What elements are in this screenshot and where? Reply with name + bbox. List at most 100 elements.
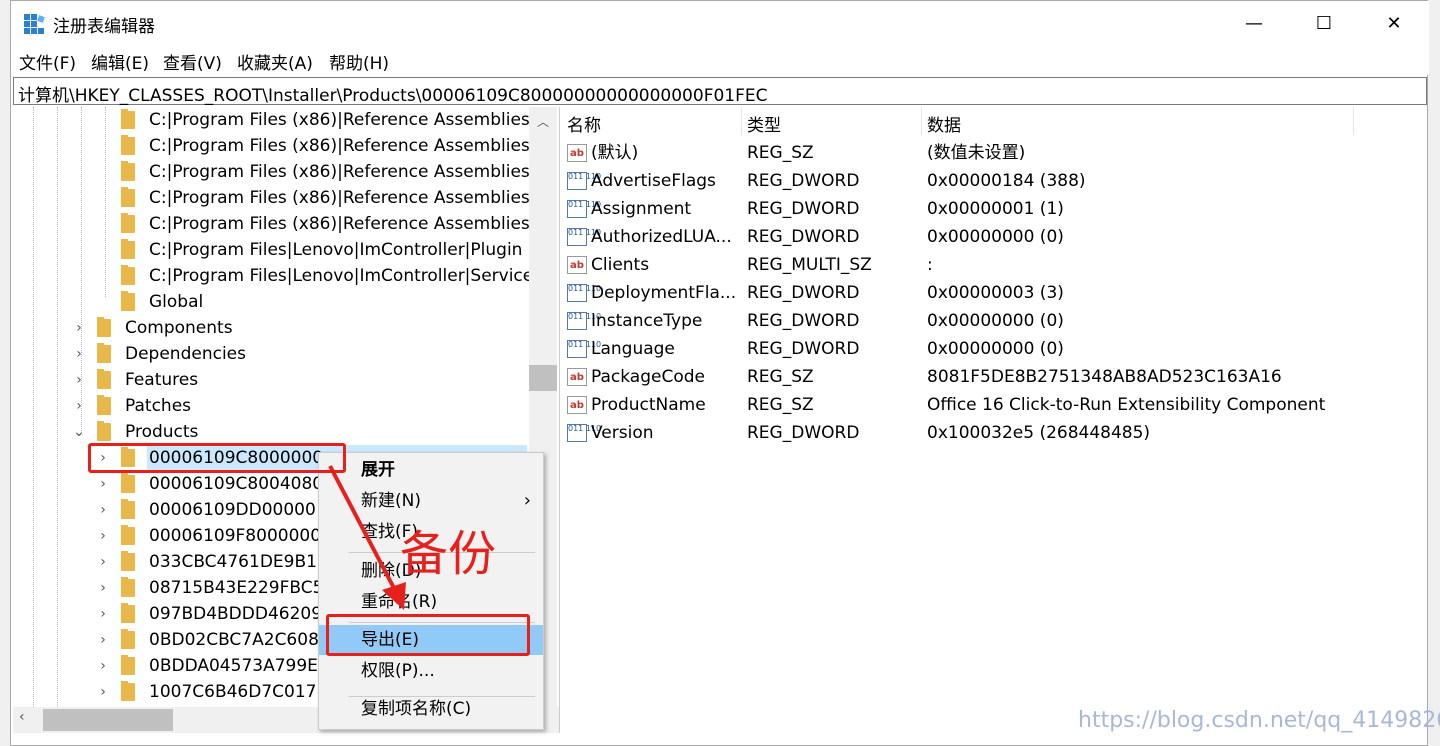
folder-icon: [121, 603, 135, 623]
tree-item[interactable]: › Features: [13, 367, 529, 393]
value-row[interactable]: 011 110 Language REG_DWORD 0x00000000 (0): [561, 335, 1427, 363]
expand-chevron-icon[interactable]: ›: [97, 601, 109, 627]
binary-value-icon: 011 110: [567, 312, 601, 330]
tree-item[interactable]: C:|Program Files|Lenovo|ImController|Plu…: [13, 237, 529, 263]
tree-item[interactable]: C:|Program Files (x86)|Reference Assembl…: [13, 211, 530, 237]
close-button[interactable]: ✕: [1359, 1, 1429, 45]
value-name: (默认): [591, 143, 639, 163]
string-value-icon: ab: [567, 144, 587, 162]
expand-chevron-icon[interactable]: ›: [73, 393, 85, 419]
binary-value-icon: 011 110: [567, 228, 601, 246]
binary-value-icon: 011 110: [567, 340, 601, 358]
collapse-chevron-icon[interactable]: ⌄: [73, 419, 85, 445]
expand-chevron-icon[interactable]: ›: [97, 497, 109, 523]
expand-chevron-icon[interactable]: ›: [97, 471, 109, 497]
scroll-left-icon[interactable]: ‹: [19, 709, 25, 725]
value-type: REG_DWORD: [747, 171, 860, 191]
tree-item[interactable]: ⌄ Products: [13, 419, 529, 445]
registry-editor-window: 注册表编辑器 — ☐ ✕ 文件(F) 编辑(E) 查看(V) 收藏夹(A) 帮助…: [10, 0, 1429, 746]
scroll-up-icon[interactable]: ︿: [537, 113, 549, 130]
hscroll-thumb[interactable]: [43, 709, 173, 731]
minimize-button[interactable]: —: [1219, 1, 1289, 45]
column-divider: [741, 107, 742, 135]
folder-icon: [121, 551, 135, 571]
value-type: REG_DWORD: [747, 423, 860, 443]
tree-item[interactable]: C:|Program Files (x86)|Reference Assembl…: [13, 159, 530, 185]
value-row[interactable]: 011 110 AdvertiseFlags REG_DWORD 0x00000184…: [561, 167, 1427, 195]
value-type: REG_SZ: [747, 143, 814, 163]
expand-chevron-icon[interactable]: ›: [97, 627, 109, 653]
tree-item[interactable]: › Patches: [13, 393, 529, 419]
address-bar[interactable]: 计算机\HKEY_CLASSES_ROOT\Installer\Products…: [13, 77, 1427, 106]
value-row[interactable]: 011 110 Version REG_DWORD 0x100032e5 (26844…: [561, 419, 1427, 447]
expand-chevron-icon[interactable]: ›: [97, 653, 109, 679]
values-list: 名称 类型 数据 ab (默认) REG_SZ (数值未设置) 011 110 Adver…: [561, 107, 1427, 733]
tree-item[interactable]: C:|Program Files (x86)|Reference Assembl…: [13, 107, 530, 133]
menu-edit[interactable]: 编辑(E): [91, 49, 149, 74]
value-row[interactable]: ab (默认) REG_SZ (数值未设置): [561, 139, 1427, 167]
menu-file[interactable]: 文件(F): [19, 49, 76, 74]
value-row[interactable]: ab ProductName REG_SZ Office 16 Click-to-Ru…: [561, 391, 1427, 419]
maximize-button[interactable]: ☐: [1289, 1, 1359, 45]
context-menu-item[interactable]: 复制项名称(C): [319, 694, 543, 724]
folder-icon: [121, 499, 135, 519]
string-value-icon: ab: [567, 368, 587, 386]
value-row[interactable]: 011 110 Assignment REG_DWORD 0x00000001 (1): [561, 195, 1427, 223]
tree-item-label: C:|Program Files (x86)|Reference Assembl…: [149, 162, 530, 182]
column-divider: [921, 107, 922, 135]
scroll-thumb[interactable]: [529, 365, 557, 391]
expand-chevron-icon[interactable]: ›: [97, 679, 109, 705]
folder-icon: [121, 655, 135, 675]
tree-item[interactable]: C:|Program Files (x86)|Reference Assembl…: [13, 185, 530, 211]
tree-item[interactable]: › Components: [13, 315, 529, 341]
value-type: REG_DWORD: [747, 227, 860, 247]
folder-icon: [121, 291, 135, 311]
folder-icon: [121, 473, 135, 493]
tree-item-label: Patches: [125, 396, 192, 416]
value-type: REG_DWORD: [747, 339, 860, 359]
expand-chevron-icon[interactable]: ›: [73, 341, 85, 367]
menu-view[interactable]: 查看(V): [163, 49, 222, 74]
value-data: 0x100032e5 (268448485): [927, 423, 1151, 443]
value-data: 8081F5DE8B2751348AB8AD523C163A16: [927, 367, 1282, 387]
expand-chevron-icon[interactable]: ›: [97, 523, 109, 549]
expand-chevron-icon[interactable]: ›: [73, 367, 85, 393]
tree-item-label: 08715B43E229FBC5: [149, 578, 324, 598]
tree-item-label: C:|Program Files (x86)|Reference Assembl…: [149, 110, 530, 130]
tree-item-label: C:|Program Files (x86)|Reference Assembl…: [149, 188, 530, 208]
column-header-type[interactable]: 类型: [747, 111, 781, 136]
expand-chevron-icon[interactable]: ›: [97, 549, 109, 575]
value-data: 0x00000001 (1): [927, 199, 1064, 219]
value-data: 0x00000184 (388): [927, 171, 1086, 191]
menu-favorites[interactable]: 收藏夹(A): [237, 49, 313, 74]
tree-item-label: 00006109DD00000: [149, 500, 316, 520]
value-row[interactable]: 011 110 DeploymentFla... REG_DWORD 0x000000…: [561, 279, 1427, 307]
folder-icon: [121, 681, 135, 701]
value-data: 0x00000003 (3): [927, 283, 1064, 303]
context-menu-item[interactable]: 权限(P)...: [319, 656, 543, 686]
value-row[interactable]: ab Clients REG_MULTI_SZ:: [561, 251, 1427, 279]
watermark: https://blog.csdn.net/qq_41498261: [1078, 708, 1440, 733]
tree-item[interactable]: › Dependencies: [13, 341, 529, 367]
expand-chevron-icon[interactable]: ›: [73, 315, 85, 341]
folder-icon: [121, 525, 135, 545]
tree-item-label: 00006109F8000000: [149, 526, 322, 546]
column-header-data[interactable]: 数据: [927, 111, 961, 136]
folder-icon: [97, 421, 111, 441]
value-row[interactable]: 011 110 AuthorizedLUA... REG_DWORD 0x000000…: [561, 223, 1427, 251]
value-type: REG_DWORD: [747, 199, 860, 219]
value-type: REG_DWORD: [747, 311, 860, 331]
tree-item[interactable]: C:|Program Files (x86)|Reference Assembl…: [13, 133, 530, 159]
window-title: 注册表编辑器: [53, 17, 155, 37]
binary-value-icon: 011 110: [567, 284, 601, 302]
expand-chevron-icon[interactable]: ›: [97, 575, 109, 601]
value-row[interactable]: 011 110 InstanceType REG_DWORD 0x00000000 (…: [561, 307, 1427, 335]
string-value-icon: ab: [567, 396, 587, 414]
value-row[interactable]: ab PackageCode REG_SZ 8081F5DE8B2751348AB8A…: [561, 363, 1427, 391]
value-type: REG_SZ: [747, 395, 814, 415]
tree-item[interactable]: C:|Program Files|Lenovo|ImController|Ser…: [13, 263, 533, 289]
menu-help[interactable]: 帮助(H): [329, 49, 389, 74]
column-header-name[interactable]: 名称: [567, 111, 601, 136]
tree-item-label: Products: [125, 422, 199, 442]
tree-item[interactable]: Global: [13, 289, 529, 315]
